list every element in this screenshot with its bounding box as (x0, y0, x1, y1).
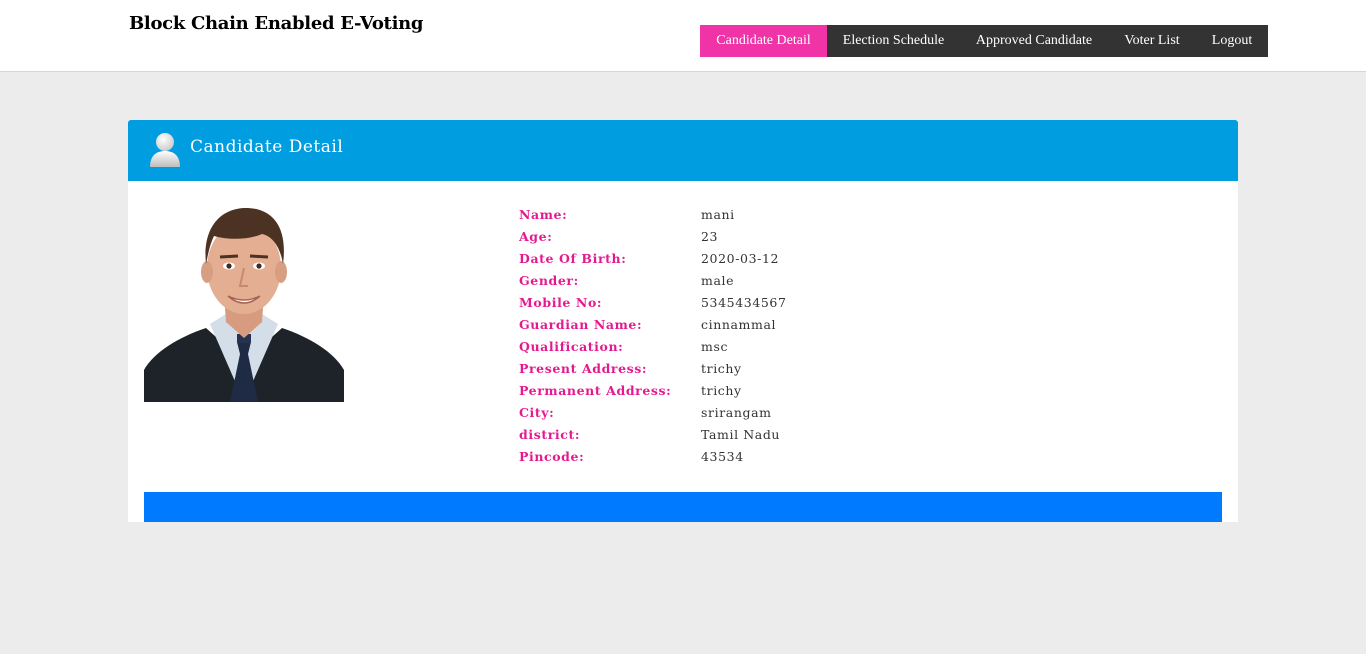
candidate-detail-panel: Candidate Detail Name: mani Age: 23 Date… (128, 120, 1238, 522)
detail-row-city: City: srirangam (519, 401, 787, 423)
site-title: Block Chain Enabled E-Voting (129, 13, 424, 34)
user-icon (150, 133, 180, 167)
detail-label: Mobile No: (519, 294, 603, 310)
panel-title: Candidate Detail (190, 137, 344, 157)
candidate-details: Name: mani Age: 23 Date Of Birth: 2020-03-1… (519, 203, 787, 467)
detail-value: msc (701, 338, 729, 354)
detail-row-name: Name: mani (519, 203, 787, 225)
detail-value: 2020-03-12 (701, 250, 780, 266)
detail-row-present-address: Present Address: trichy (519, 357, 787, 379)
panel-footer-bar (144, 492, 1222, 522)
nav-logout[interactable]: Logout (1196, 25, 1268, 57)
nav-approved-candidate[interactable]: Approved Candidate (960, 25, 1108, 57)
detail-value: mani (701, 206, 735, 222)
detail-value: 23 (701, 228, 719, 244)
site-header: Block Chain Enabled E-Voting Candidate D… (0, 0, 1366, 72)
detail-label: Date Of Birth: (519, 250, 627, 266)
nav-candidate-detail[interactable]: Candidate Detail (700, 25, 827, 57)
detail-value: cinnammal (701, 316, 777, 332)
detail-label: district: (519, 426, 581, 442)
detail-row-age: Age: 23 (519, 225, 787, 247)
detail-value: 43534 (701, 448, 744, 464)
detail-label: Age: (519, 228, 553, 244)
detail-label: Present Address: (519, 360, 648, 376)
detail-row-mobile: Mobile No: 5345434567 (519, 291, 787, 313)
detail-value: male (701, 272, 735, 288)
detail-label: Name: (519, 206, 568, 222)
candidate-photo (144, 202, 344, 402)
detail-row-district: district: Tamil Nadu (519, 423, 787, 445)
detail-label: Pincode: (519, 448, 585, 464)
detail-label: Guardian Name: (519, 316, 643, 332)
detail-label: Qualification: (519, 338, 624, 354)
main-nav: Candidate Detail Election Schedule Appro… (700, 25, 1268, 57)
detail-value: srirangam (701, 404, 772, 420)
nav-election-schedule[interactable]: Election Schedule (827, 25, 960, 57)
detail-row-permanent-address: Permanent Address: trichy (519, 379, 787, 401)
detail-label: Permanent Address: (519, 382, 672, 398)
detail-row-pincode: Pincode: 43534 (519, 445, 787, 467)
detail-label: Gender: (519, 272, 579, 288)
detail-row-qualification: Qualification: msc (519, 335, 787, 357)
detail-label: City: (519, 404, 555, 420)
detail-row-guardian: Guardian Name: cinnammal (519, 313, 787, 335)
detail-value: trichy (701, 382, 742, 398)
detail-row-dob: Date Of Birth: 2020-03-12 (519, 247, 787, 269)
detail-row-gender: Gender: male (519, 269, 787, 291)
detail-value: 5345434567 (701, 294, 787, 310)
panel-header: Candidate Detail (128, 120, 1238, 181)
detail-value: trichy (701, 360, 742, 376)
detail-value: Tamil Nadu (701, 426, 781, 442)
nav-voter-list[interactable]: Voter List (1108, 25, 1196, 57)
